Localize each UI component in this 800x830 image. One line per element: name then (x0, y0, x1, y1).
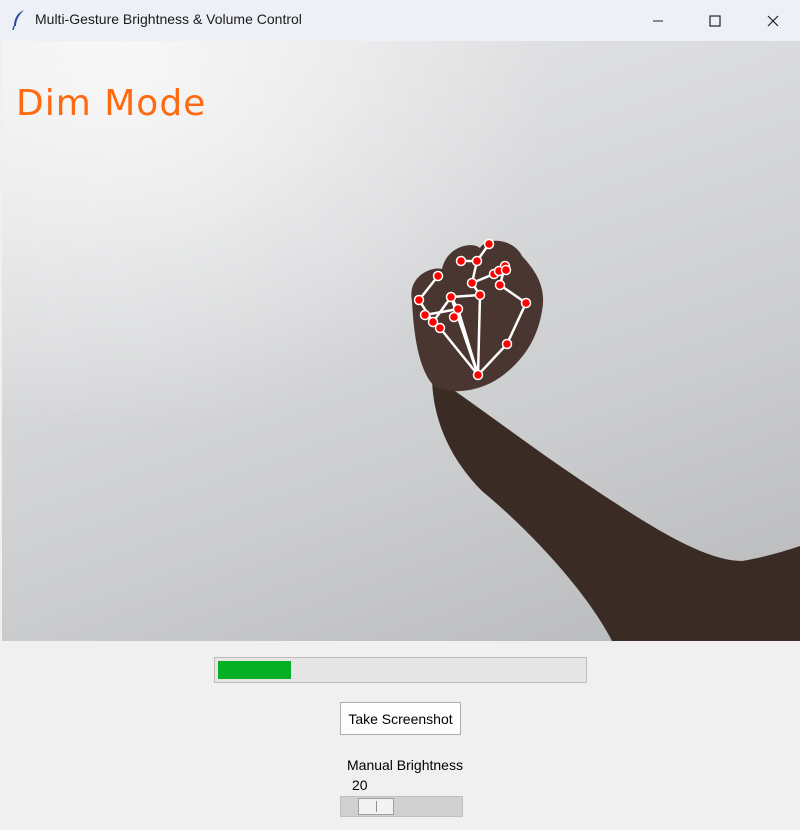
hand-landmark (474, 289, 486, 301)
brightness-progress-bar (214, 657, 587, 683)
manual-brightness-value: 20 (352, 777, 368, 793)
feather-icon (11, 9, 27, 31)
progress-fill (218, 661, 291, 679)
hand-landmark (520, 297, 532, 309)
camera-feed: Dim Mode (2, 41, 800, 641)
take-screenshot-button[interactable]: Take Screenshot (340, 702, 461, 735)
hand-landmark (483, 238, 495, 250)
manual-brightness-slider[interactable] (340, 796, 463, 817)
minimize-icon (653, 20, 663, 21)
hand-landmark (413, 294, 425, 306)
hand-tracking-overlay (411, 238, 800, 641)
hand-landmark (471, 255, 483, 267)
window-title: Multi-Gesture Brightness & Volume Contro… (35, 11, 302, 27)
hand-landmark (434, 322, 446, 334)
hand-landmark (466, 277, 478, 289)
slider-thumb[interactable] (358, 798, 394, 815)
hand-landmark (445, 291, 457, 303)
hand-landmark (419, 309, 431, 321)
slider-grip (376, 801, 377, 812)
hand-landmark (494, 279, 506, 291)
maximize-button[interactable] (686, 0, 744, 41)
title-bar: Multi-Gesture Brightness & Volume Contro… (0, 0, 800, 41)
hand-landmark (501, 338, 513, 350)
hand-landmark (472, 369, 484, 381)
manual-brightness-label: Manual Brightness (347, 757, 463, 773)
hand-landmark (500, 264, 512, 276)
close-icon (767, 15, 779, 26)
arm-silhouette (432, 376, 800, 641)
hand-landmark (432, 270, 444, 282)
close-button[interactable] (744, 0, 800, 41)
mode-indicator: Dim Mode (16, 83, 207, 124)
maximize-icon (709, 14, 721, 27)
hand-landmark (448, 311, 460, 323)
hand-landmark (455, 255, 467, 267)
minimize-button[interactable] (629, 0, 687, 41)
